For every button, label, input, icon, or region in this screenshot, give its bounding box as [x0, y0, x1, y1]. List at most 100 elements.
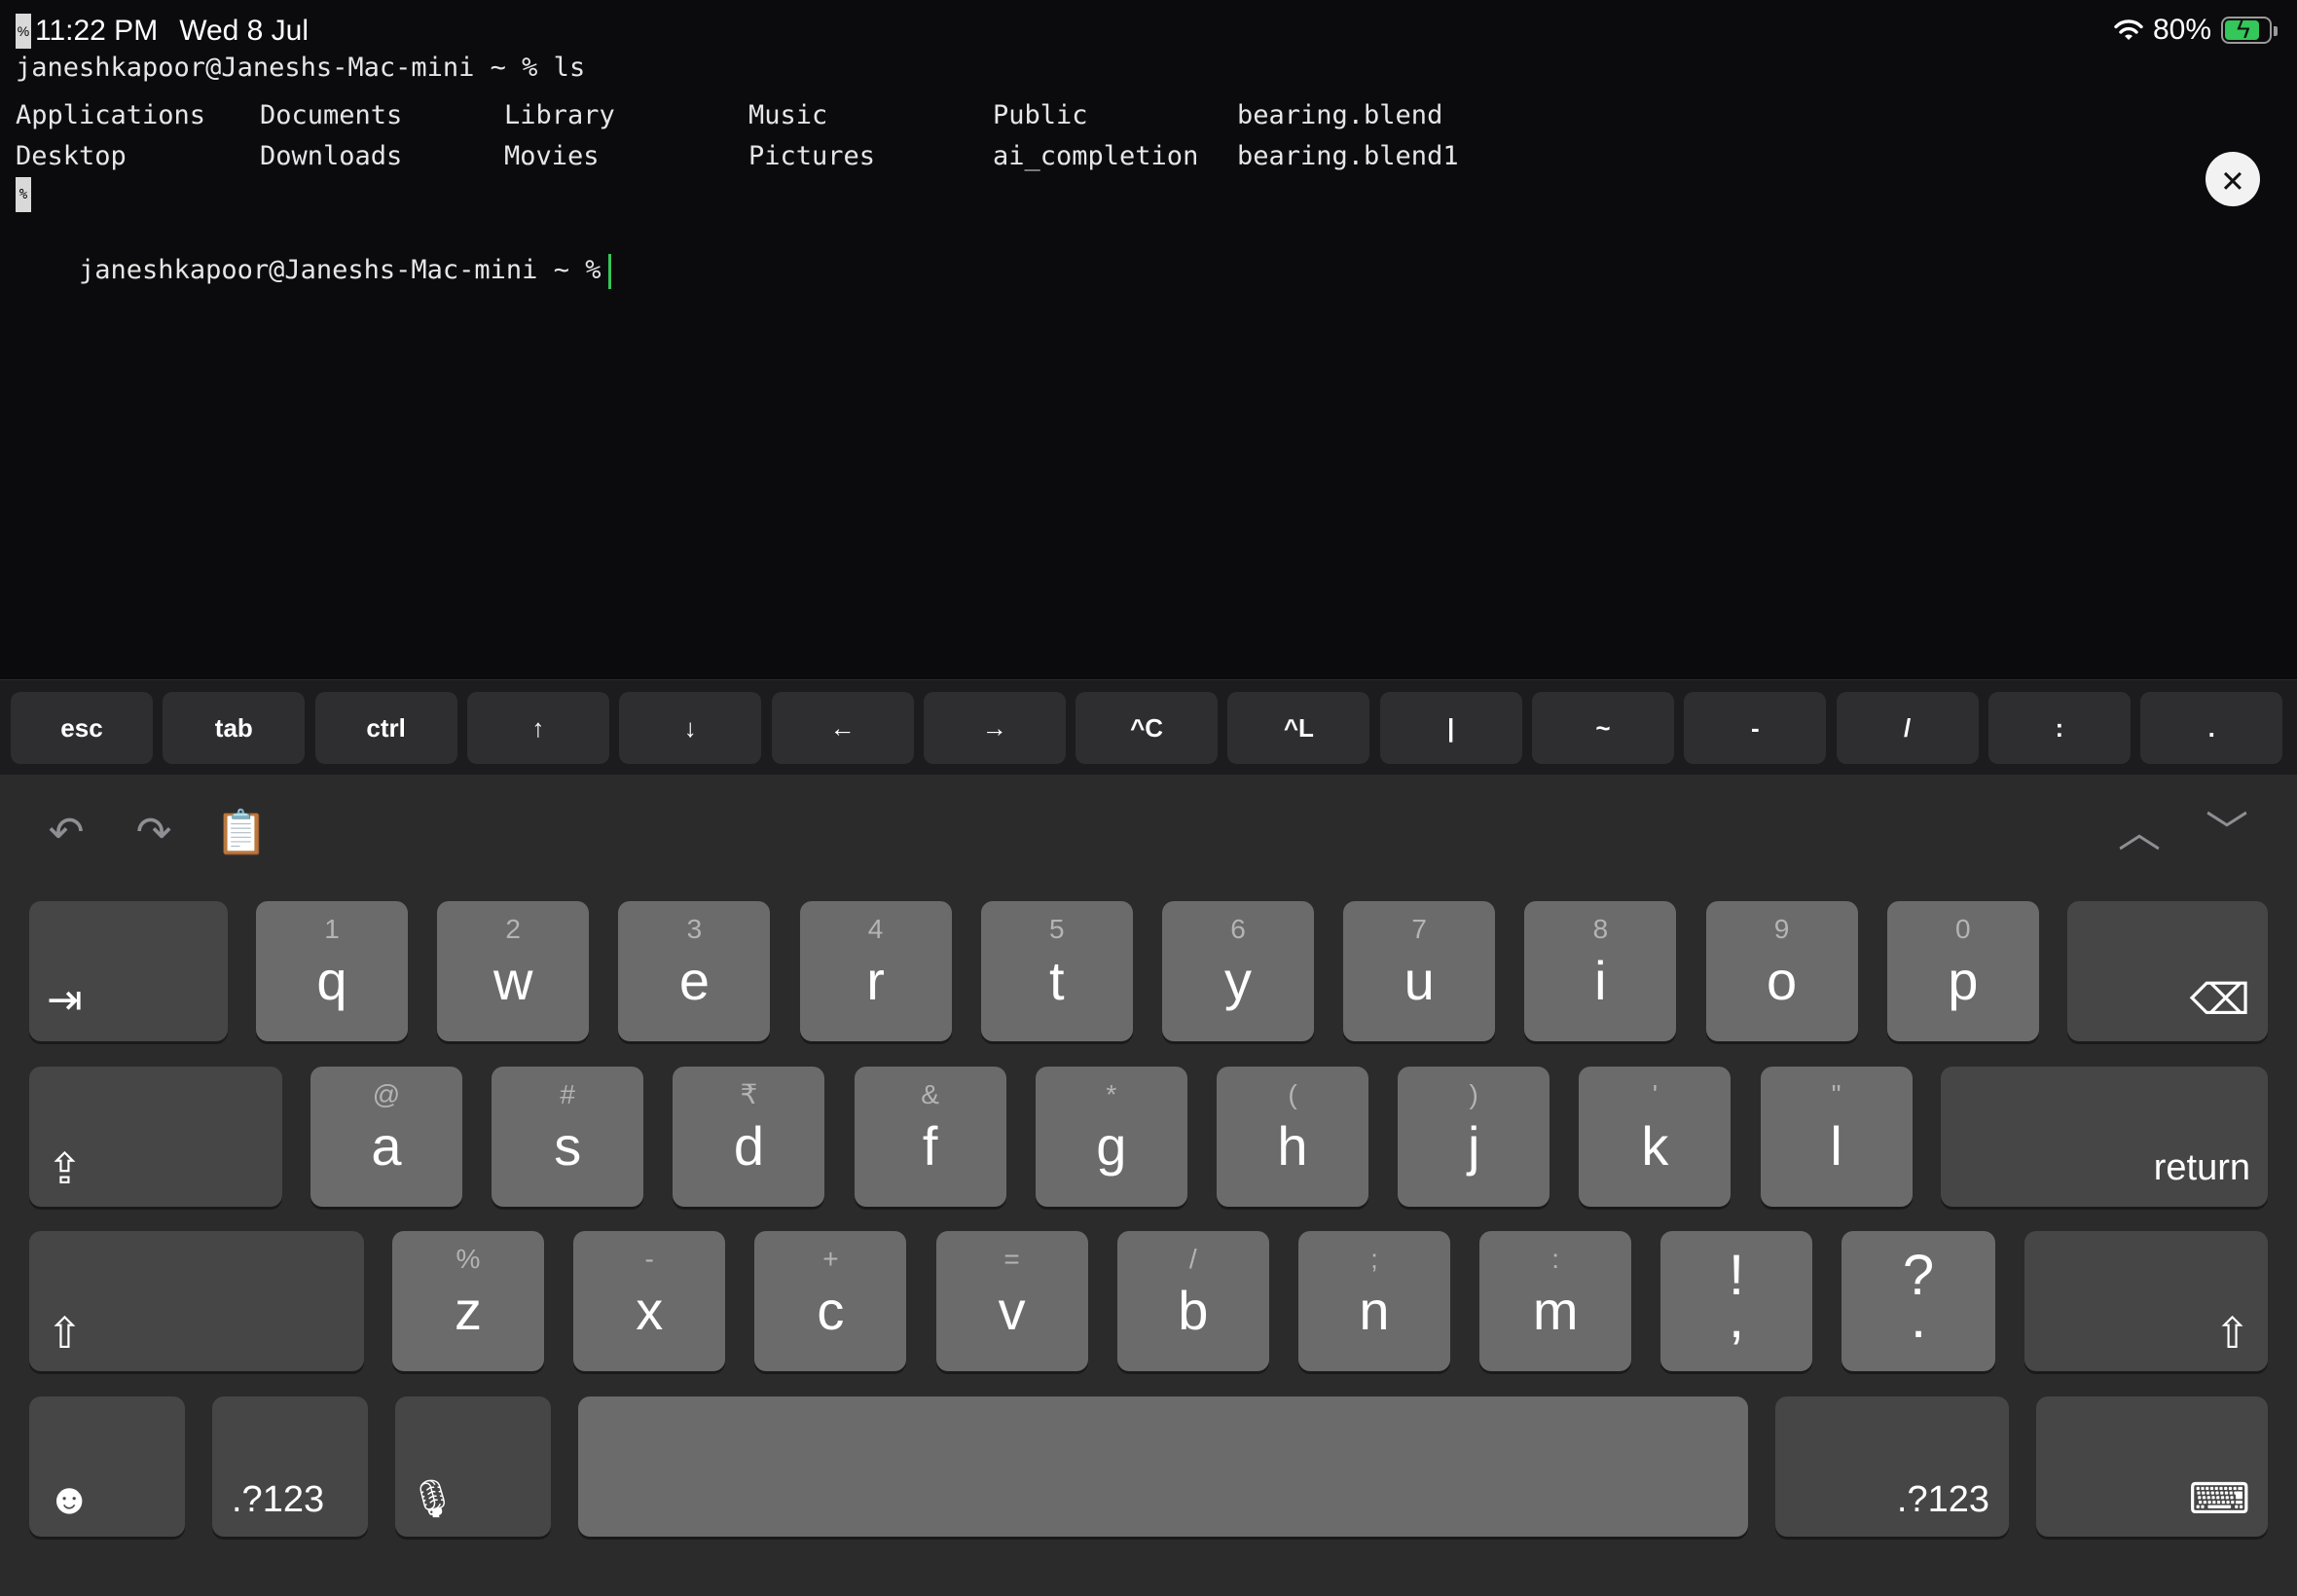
tab-key[interactable]: ⇥ — [29, 901, 228, 1041]
key-primary-label: y — [1224, 950, 1252, 1011]
extra-key[interactable]: ~ — [1532, 692, 1674, 764]
key-primary-label: c — [817, 1280, 845, 1341]
letter-key[interactable]: 7u — [1343, 901, 1496, 1041]
key-secondary-label: 6 — [1230, 914, 1246, 944]
right-shift-key[interactable]: ⇧ — [2024, 1231, 2268, 1371]
ls-entry: Applications — [16, 100, 206, 130]
chevron-up-icon[interactable]: ︿ — [2110, 804, 2169, 862]
chevron-down-icon[interactable]: ﹀ — [2198, 804, 2256, 862]
extra-key[interactable]: ^L — [1227, 692, 1370, 764]
extra-key[interactable]: ↓ — [619, 692, 762, 764]
key-primary-label: v — [998, 1280, 1026, 1341]
extra-key[interactable]: | — [1379, 692, 1522, 764]
key-secondary-label: ' — [1652, 1079, 1659, 1109]
letter-key[interactable]: -x — [573, 1231, 726, 1371]
extra-key[interactable]: esc — [11, 692, 153, 764]
redo-icon[interactable]: ↷ — [125, 804, 183, 862]
key-primary-label: z — [455, 1280, 482, 1341]
status-time: 11:22 PM — [35, 15, 159, 47]
key-secondary-label: 0 — [1955, 914, 1971, 944]
left-shift-key[interactable]: ⇧ — [29, 1231, 364, 1371]
key-secondary-label: ( — [1288, 1079, 1297, 1109]
letter-key[interactable]: % z — [392, 1231, 544, 1371]
charging-bolt-icon: ϟ — [2237, 15, 2250, 44]
emoji-key[interactable]: ☻ — [29, 1396, 185, 1537]
extra-key[interactable]: → — [923, 692, 1066, 764]
letter-key[interactable]: # s — [492, 1067, 644, 1207]
extra-key[interactable]: ↑ — [466, 692, 609, 764]
letter-key[interactable]: 3e — [618, 901, 771, 1041]
return-key[interactable]: return — [1941, 1067, 2268, 1207]
ls-output-grid: Applications Documents Library Music Public b… — [16, 95, 1481, 177]
letter-key[interactable]: :m — [1479, 1231, 1632, 1371]
dictation-key[interactable]: 🎙 — [395, 1396, 551, 1537]
battery-percent: 80% — [2152, 14, 2211, 46]
extra-key[interactable]: : — [1987, 692, 2131, 764]
key-secondary-label: 2 — [505, 914, 521, 944]
key-primary-label: u — [1404, 950, 1435, 1011]
ls-entry: Downloads — [260, 141, 403, 171]
letter-key[interactable]: ' k — [1579, 1067, 1732, 1207]
extra-key[interactable]: - — [1684, 692, 1827, 764]
terminal-output[interactable]: janeshkapoor@Janeshs-Mac-mini ~ % ls App… — [0, 53, 2297, 677]
extra-key[interactable]: ^C — [1076, 692, 1219, 764]
key-primary-label: p — [1948, 950, 1979, 1011]
extra-key[interactable]: tab — [163, 692, 306, 764]
caps-lock-key[interactable]: ⇪ — [29, 1067, 282, 1207]
letter-key[interactable]: 5t — [980, 901, 1133, 1041]
undo-icon[interactable]: ↶ — [37, 804, 95, 862]
key-primary-label: i — [1594, 950, 1607, 1011]
letter-key[interactable]: ) j — [1398, 1067, 1550, 1207]
letter-key[interactable]: 0p — [1886, 901, 2039, 1041]
paste-icon[interactable]: 📋 — [212, 804, 271, 862]
battery-icon: ϟ — [2221, 15, 2278, 44]
software-keyboard: ↶ ↷ 📋 ︿ ﹀ ⇥ ⌫ ⇪ return ⇧ ! , ? . ⇧ ☻ .?1… — [0, 775, 2297, 1596]
letter-key[interactable]: (h — [1217, 1067, 1368, 1207]
key-secondary-label: : — [1551, 1244, 1560, 1274]
key-question-period[interactable]: ? . — [1841, 1231, 1995, 1371]
key-comma-label: , — [1728, 1287, 1745, 1350]
key-secondary-label: " — [1831, 1079, 1841, 1109]
key-primary-label: n — [1359, 1280, 1390, 1341]
letter-key[interactable]: 8i — [1524, 901, 1677, 1041]
close-button[interactable]: ✕ — [2206, 152, 2260, 206]
key-secondary-label: # — [560, 1079, 575, 1109]
letter-key[interactable]: " l — [1760, 1067, 1913, 1207]
terminal-cursor-block: % — [16, 14, 31, 49]
key-primary-label: m — [1532, 1280, 1579, 1341]
key-primary-label: a — [371, 1115, 402, 1177]
terminal-prompt-line[interactable]: janeshkapoor@Janeshs-Mac-mini ~ % — [16, 212, 612, 289]
letter-key[interactable]: * g — [1035, 1067, 1187, 1207]
letter-key[interactable]: & f — [854, 1067, 1006, 1207]
letter-key[interactable]: 4r — [799, 901, 952, 1041]
letter-key[interactable]: 2w — [437, 901, 590, 1041]
extra-key[interactable]: / — [1836, 692, 1979, 764]
extra-key[interactable]: ctrl — [314, 692, 457, 764]
key-primary-label: g — [1096, 1115, 1127, 1177]
key-exclamation-comma[interactable]: ! , — [1660, 1231, 1812, 1371]
letter-key[interactable]: @ a — [310, 1067, 462, 1207]
key-primary-label: r — [866, 950, 885, 1011]
key-primary-label: d — [733, 1115, 764, 1177]
delete-key[interactable]: ⌫ — [2067, 901, 2268, 1041]
letter-key[interactable]: = v — [935, 1231, 1088, 1371]
letter-key[interactable]: / b — [1116, 1231, 1269, 1371]
numbers-key-right[interactable]: .?123 — [1775, 1396, 2009, 1537]
numbers-key-left[interactable]: .?123 — [212, 1396, 368, 1537]
letter-key[interactable]: + c — [754, 1231, 907, 1371]
ls-entry: Public — [993, 100, 1088, 130]
extra-keys-bar: esc tab ctrl ↑ ↓ ← → ^C ^L | ~ - /:. — [0, 679, 2297, 775]
ls-entry: Library — [504, 100, 615, 130]
letter-key[interactable]: 9o — [1705, 901, 1858, 1041]
letter-key[interactable]: ₹ d — [673, 1067, 825, 1207]
shift-icon: ⇧ — [2214, 1310, 2250, 1358]
extra-key[interactable]: ← — [771, 692, 914, 764]
letter-key[interactable]: 6y — [1162, 901, 1314, 1041]
hide-keyboard-key[interactable]: ⌨ — [2036, 1396, 2268, 1537]
key-primary-label: o — [1767, 950, 1798, 1011]
space-bar[interactable] — [578, 1396, 1748, 1537]
extra-key[interactable]: . — [2140, 692, 2283, 764]
letter-key[interactable]: 1q — [256, 901, 408, 1041]
ls-entry: bearing.blend1 — [1237, 141, 1459, 171]
letter-key[interactable]: ; n — [1298, 1231, 1450, 1371]
